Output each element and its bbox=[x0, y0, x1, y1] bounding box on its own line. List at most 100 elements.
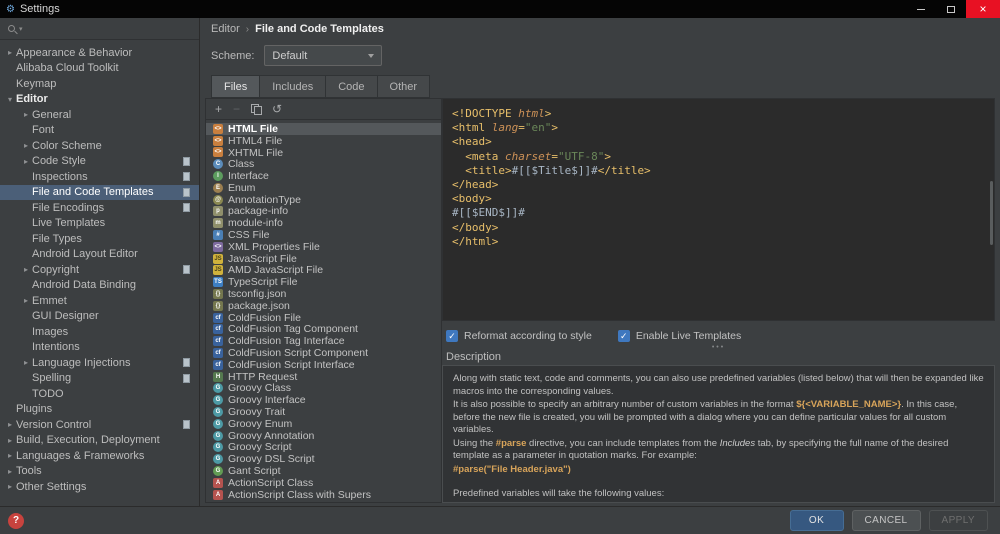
remove-template-icon[interactable]: − bbox=[233, 103, 240, 115]
sidebar-item-file-and-code-templates[interactable]: File and Code Templates bbox=[0, 184, 199, 200]
sidebar-item-images[interactable]: Images bbox=[0, 324, 199, 340]
tab-code[interactable]: Code bbox=[325, 75, 377, 98]
tab-includes[interactable]: Includes bbox=[259, 75, 326, 98]
template-item-tsconfig-json[interactable]: {} tsconfig.json bbox=[206, 288, 441, 300]
sidebar-item-tools[interactable]: ▸ Tools bbox=[0, 464, 199, 480]
template-item-class[interactable]: C Class bbox=[206, 158, 441, 170]
sidebar-item-live-templates[interactable]: Live Templates bbox=[0, 216, 199, 232]
sidebar-item-color-scheme[interactable]: ▸ Color Scheme bbox=[0, 138, 199, 154]
template-item-groovy-trait[interactable]: G Groovy Trait bbox=[206, 406, 441, 418]
sidebar-item-gui-designer[interactable]: GUI Designer bbox=[0, 309, 199, 325]
tab-files[interactable]: Files bbox=[211, 75, 260, 98]
checkbox-reformat-according-to-style[interactable]: ✓ Reformat according to style bbox=[446, 330, 592, 342]
sidebar-item-code-style[interactable]: ▸ Code Style bbox=[0, 154, 199, 170]
template-item-groovy-dsl-script[interactable]: G Groovy DSL Script bbox=[206, 453, 441, 465]
scheme-select[interactable]: Default bbox=[264, 45, 383, 66]
template-item-coldfusion-tag-interface[interactable]: cf ColdFusion Tag Interface bbox=[206, 335, 441, 347]
template-item-groovy-script[interactable]: G Groovy Script bbox=[206, 441, 441, 453]
chevron-right-icon[interactable]: ▸ bbox=[20, 296, 32, 305]
sidebar-item-general[interactable]: ▸ General bbox=[0, 107, 199, 123]
splitter-handle[interactable]: ••• bbox=[442, 344, 995, 351]
editor-scrollbar[interactable] bbox=[990, 181, 993, 245]
sidebar-item-file-encodings[interactable]: File Encodings bbox=[0, 200, 199, 216]
chevron-right-icon[interactable]: ▸ bbox=[4, 467, 16, 476]
chevron-right-icon[interactable]: ▸ bbox=[4, 451, 16, 460]
template-item-package-json[interactable]: {} package.json bbox=[206, 300, 441, 312]
template-item-coldfusion-script-interface[interactable]: cf ColdFusion Script Interface bbox=[206, 359, 441, 371]
cancel-button[interactable]: CANCEL bbox=[851, 510, 921, 531]
chevron-right-icon[interactable]: ▸ bbox=[20, 157, 32, 166]
template-item-actionscript-class-with-supers[interactable]: A ActionScript Class with Supers bbox=[206, 489, 441, 501]
sidebar-item-file-types[interactable]: File Types bbox=[0, 231, 199, 247]
close-button[interactable]: × bbox=[966, 0, 1000, 18]
template-item-typescript-file[interactable]: TS TypeScript File bbox=[206, 276, 441, 288]
template-item-groovy-annotation[interactable]: G Groovy Annotation bbox=[206, 430, 441, 442]
template-item-javascript-file[interactable]: JS JavaScript File bbox=[206, 253, 441, 265]
chevron-right-icon[interactable]: ▸ bbox=[4, 482, 16, 491]
template-item-groovy-enum[interactable]: G Groovy Enum bbox=[206, 418, 441, 430]
sidebar-item-alibaba-cloud-toolkit[interactable]: Alibaba Cloud Toolkit bbox=[0, 61, 199, 77]
template-item-coldfusion-file[interactable]: cf ColdFusion File bbox=[206, 312, 441, 324]
copy-template-icon[interactable] bbox=[251, 104, 263, 115]
tab-other[interactable]: Other bbox=[376, 75, 431, 98]
template-item-css-file[interactable]: # CSS File bbox=[206, 229, 441, 241]
template-item-groovy-class[interactable]: G Groovy Class bbox=[206, 382, 441, 394]
sidebar-item-build-execution-deployment[interactable]: ▸ Build, Execution, Deployment bbox=[0, 433, 199, 449]
template-item-coldfusion-script-component[interactable]: cf ColdFusion Script Component bbox=[206, 347, 441, 359]
sidebar-item-intentions[interactable]: Intentions bbox=[0, 340, 199, 356]
template-item-label: Groovy Interface bbox=[228, 394, 306, 407]
breadcrumb-editor[interactable]: Editor bbox=[211, 23, 240, 35]
chevron-right-icon[interactable]: ▸ bbox=[20, 358, 32, 367]
sidebar-item-languages-frameworks[interactable]: ▸ Languages & Frameworks bbox=[0, 448, 199, 464]
chevron-right-icon[interactable]: ▸ bbox=[20, 265, 32, 274]
template-item-package-info[interactable]: p package-info bbox=[206, 205, 441, 217]
sidebar-item-appearance-behavior[interactable]: ▸ Appearance & Behavior bbox=[0, 45, 199, 61]
template-item-gant-script[interactable]: G Gant Script bbox=[206, 465, 441, 477]
template-item-xhtml-file[interactable]: <> XHTML File bbox=[206, 147, 441, 159]
sidebar-item-spelling[interactable]: Spelling bbox=[0, 371, 199, 387]
template-item-html4-file[interactable]: <> HTML4 File bbox=[206, 135, 441, 147]
template-item-module-info[interactable]: m module-info bbox=[206, 217, 441, 229]
sidebar-item-language-injections[interactable]: ▸ Language Injections bbox=[0, 355, 199, 371]
checkbox-enable-live-templates[interactable]: ✓ Enable Live Templates bbox=[617, 330, 741, 342]
add-template-icon[interactable]: + bbox=[215, 103, 222, 115]
template-item-coldfusion-tag-component[interactable]: cf ColdFusion Tag Component bbox=[206, 323, 441, 335]
sidebar-item-inspections[interactable]: Inspections bbox=[0, 169, 199, 185]
checkbox-label: Reformat according to style bbox=[464, 330, 592, 342]
minimize-button[interactable] bbox=[906, 0, 936, 18]
help-button[interactable]: ? bbox=[8, 512, 24, 529]
modified-indicator-icon bbox=[183, 156, 190, 166]
template-item-xml-properties-file[interactable]: <> XML Properties File bbox=[206, 241, 441, 253]
chevron-right-icon[interactable]: ▸ bbox=[4, 420, 16, 429]
apply-button[interactable]: APPLY bbox=[928, 510, 988, 531]
template-item-interface[interactable]: I Interface bbox=[206, 170, 441, 182]
chevron-right-icon[interactable]: ▸ bbox=[20, 141, 32, 150]
code-editor[interactable]: <!DOCTYPE html> <html lang="en"> <head> <m… bbox=[442, 98, 995, 321]
sidebar-item-keymap[interactable]: Keymap bbox=[0, 76, 199, 92]
sidebar-item-android-layout-editor[interactable]: Android Layout Editor bbox=[0, 247, 199, 263]
template-item-http-request[interactable]: H HTTP Request bbox=[206, 371, 441, 383]
template-item-html-file[interactable]: <> HTML File bbox=[206, 123, 441, 135]
sidebar-item-version-control[interactable]: ▸ Version Control bbox=[0, 417, 199, 433]
sidebar-search[interactable]: ▾ bbox=[0, 18, 199, 40]
sidebar-item-plugins[interactable]: Plugins bbox=[0, 402, 199, 418]
maximize-button[interactable] bbox=[936, 0, 966, 18]
reset-template-icon[interactable]: ↺ bbox=[272, 103, 282, 115]
sidebar-item-todo[interactable]: TODO bbox=[0, 386, 199, 402]
sidebar-item-emmet[interactable]: ▸ Emmet bbox=[0, 293, 199, 309]
ok-button[interactable]: OK bbox=[789, 510, 844, 531]
sidebar-item-copyright[interactable]: ▸ Copyright bbox=[0, 262, 199, 278]
template-item-actionscript-class[interactable]: A ActionScript Class bbox=[206, 477, 441, 489]
template-item-groovy-interface[interactable]: G Groovy Interface bbox=[206, 394, 441, 406]
template-item-annotationtype[interactable]: @ AnnotationType bbox=[206, 194, 441, 206]
template-item-amd-javascript-file[interactable]: JS AMD JavaScript File bbox=[206, 264, 441, 276]
sidebar-item-other-settings[interactable]: ▸ Other Settings bbox=[0, 479, 199, 495]
chevron-right-icon[interactable]: ▸ bbox=[4, 436, 16, 445]
sidebar-item-android-data-binding[interactable]: Android Data Binding bbox=[0, 278, 199, 294]
sidebar-item-editor[interactable]: ▾ Editor bbox=[0, 92, 199, 108]
chevron-right-icon[interactable]: ▸ bbox=[20, 110, 32, 119]
chevron-down-icon[interactable]: ▾ bbox=[4, 95, 16, 104]
template-item-enum[interactable]: E Enum bbox=[206, 182, 441, 194]
sidebar-item-font[interactable]: Font bbox=[0, 123, 199, 139]
chevron-right-icon[interactable]: ▸ bbox=[4, 48, 16, 57]
